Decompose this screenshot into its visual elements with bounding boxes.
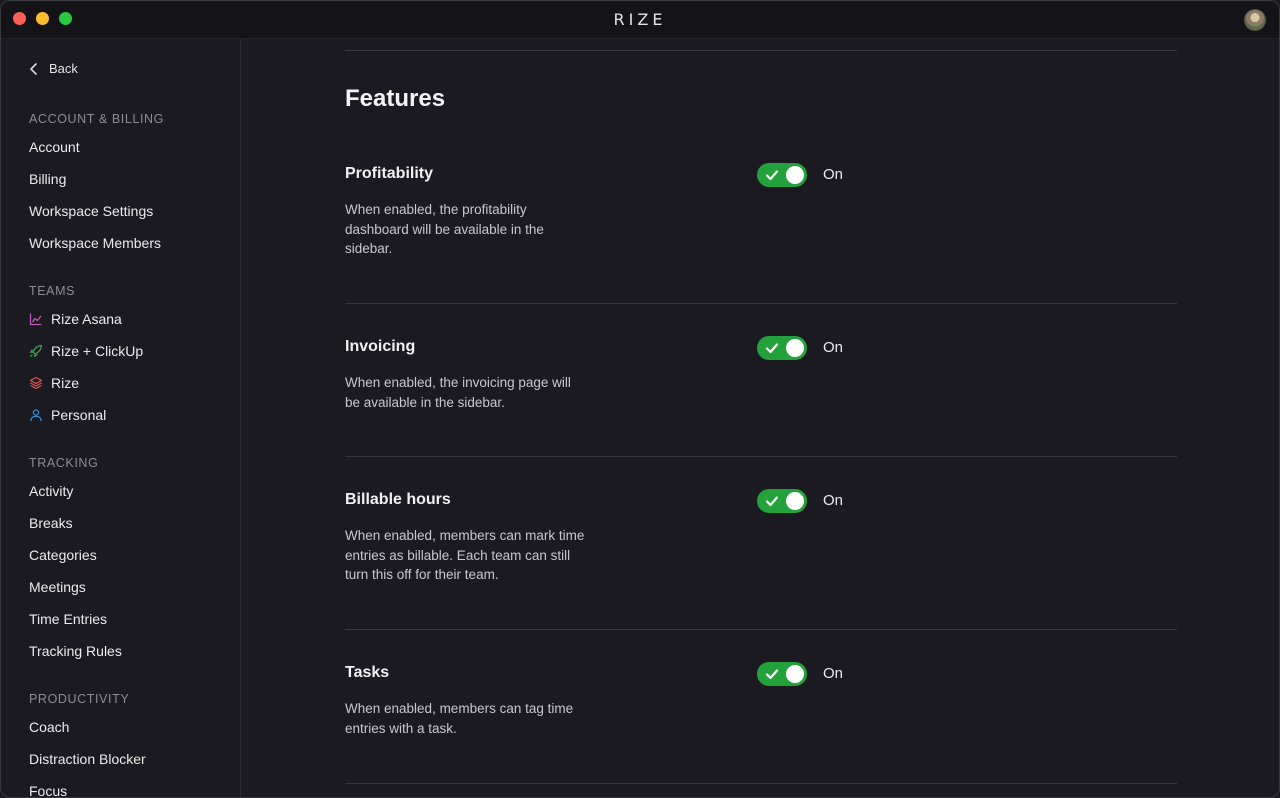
divider — [345, 303, 1177, 304]
sidebar-item-distraction-blocker[interactable]: Distraction Blocker — [29, 751, 146, 767]
section-label-productivity: PRODUCTIVITY — [29, 692, 130, 706]
feature-name-invoicing: Invoicing — [345, 338, 416, 355]
sidebar-item-breaks[interactable]: Breaks — [29, 515, 73, 531]
sidebar: Back ACCOUNT & BILLING Account Billing W… — [1, 39, 241, 797]
app-window: RIZE Back ACCOUNT & BILLING Account Bill… — [0, 0, 1280, 798]
settings-main: Features Profitability When enabled, the… — [241, 39, 1279, 797]
check-icon — [765, 496, 779, 507]
feature-desc-invoicing: When enabled, the invoicing page will be… — [345, 375, 571, 410]
user-avatar[interactable] — [1244, 9, 1266, 31]
sidebar-item-activity[interactable]: Activity — [29, 483, 73, 499]
feature-name-profitability: Profitability — [345, 165, 434, 182]
title-bar: RIZE — [1, 1, 1279, 39]
sidebar-item-account[interactable]: Account — [29, 139, 80, 155]
divider — [345, 783, 1177, 784]
toggle-state-billable-hours: On — [823, 492, 844, 509]
divider — [345, 456, 1177, 457]
sidebar-item-time-entries[interactable]: Time Entries — [29, 611, 107, 627]
toggle-state-invoicing: On — [823, 339, 844, 356]
sidebar-item-categories[interactable]: Categories — [29, 547, 97, 563]
feature-name-billable-hours: Billable hours — [345, 491, 451, 508]
back-label: Back — [49, 61, 78, 76]
check-icon — [765, 669, 779, 680]
sidebar-item-focus[interactable]: Focus — [29, 783, 67, 797]
toggle-billable-hours[interactable] — [757, 489, 807, 513]
toggle-knob — [786, 492, 804, 510]
check-icon — [765, 343, 779, 354]
sidebar-item-billing[interactable]: Billing — [29, 171, 66, 187]
user-icon — [30, 409, 42, 422]
chevron-left-icon — [30, 62, 37, 75]
feature-desc-billable-hours: When enabled, members can mark time entr… — [345, 528, 585, 582]
page-title: Features — [345, 85, 446, 112]
check-icon — [765, 170, 779, 181]
back-button[interactable]: Back — [29, 61, 78, 76]
sidebar-item-label: Rize + ClickUp — [51, 343, 144, 359]
section-label-teams: TEAMS — [29, 284, 76, 298]
sidebar-item-label: Rize Asana — [51, 311, 122, 327]
sidebar-item-rize[interactable]: Rize — [29, 375, 79, 391]
toggle-knob — [786, 166, 804, 184]
sidebar-item-rize-asana[interactable]: Rize Asana — [29, 311, 122, 327]
divider — [345, 50, 1177, 51]
sidebar-item-workspace-members[interactable]: Workspace Members — [29, 235, 161, 251]
chart-line-icon — [29, 313, 42, 326]
toggle-invoicing[interactable] — [757, 336, 807, 360]
toggle-knob — [786, 339, 804, 357]
sidebar-item-label: Rize — [51, 375, 80, 391]
app-title: RIZE — [613, 10, 667, 29]
sidebar-item-personal[interactable]: Personal — [29, 407, 106, 423]
layers-icon — [29, 376, 43, 390]
feature-desc-tasks: When enabled, members can tag time entri… — [345, 701, 574, 736]
sidebar-item-tracking-rules[interactable]: Tracking Rules — [29, 643, 122, 659]
feature-desc-profitability: When enabled, the profitability dashboar… — [345, 202, 544, 256]
toggle-state-tasks: On — [823, 665, 844, 682]
sidebar-item-label: Personal — [51, 407, 107, 423]
sidebar-item-meetings[interactable]: Meetings — [29, 579, 86, 595]
divider — [345, 629, 1177, 630]
toggle-tasks[interactable] — [757, 662, 807, 686]
toggle-knob — [786, 665, 804, 683]
sidebar-item-workspace-settings[interactable]: Workspace Settings — [29, 203, 153, 219]
section-label-tracking: TRACKING — [29, 456, 99, 470]
sidebar-item-coach[interactable]: Coach — [29, 719, 69, 735]
feature-name-tasks: Tasks — [345, 664, 390, 681]
sidebar-item-rize-clickup[interactable]: Rize + ClickUp — [29, 343, 143, 359]
section-label-account-billing: ACCOUNT & BILLING — [29, 112, 164, 126]
rocket-icon — [29, 344, 43, 358]
toggle-profitability[interactable] — [757, 163, 807, 187]
toggle-state-profitability: On — [823, 166, 844, 183]
